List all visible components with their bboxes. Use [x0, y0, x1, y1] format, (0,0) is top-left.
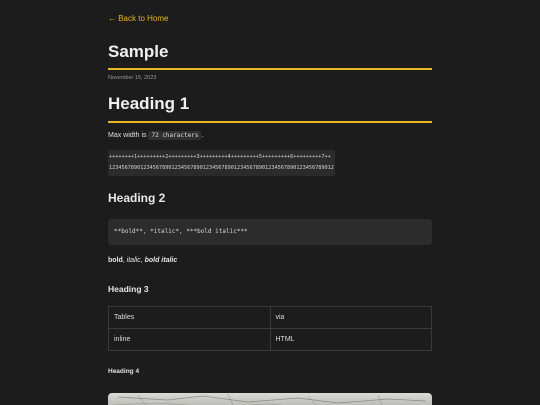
bold-text: bold — [108, 257, 123, 264]
html-table: Tables via inline HTML — [108, 306, 432, 351]
heading-1: Heading 1 — [108, 94, 190, 113]
table-row: inline HTML — [108, 328, 432, 351]
inline-code: 72 characters — [148, 131, 202, 140]
back-to-home-link[interactable]: ← Back to Home — [108, 14, 168, 23]
post-date: November 15, 2023 — [108, 75, 157, 81]
image-texture — [112, 393, 427, 405]
heading-2: Heading 2 — [108, 191, 166, 205]
ruler-line-digits: 1234567890123456789012345678901234567890… — [109, 165, 334, 171]
code-block: **bold**, *italic*, ***bold italic*** — [108, 219, 432, 245]
ruler-line-marks: ++++++++1+++++++++2+++++++++3+++++++++4+… — [109, 154, 331, 160]
character-ruler: ++++++++1+++++++++2+++++++++3+++++++++4+… — [108, 150, 335, 176]
heading-1-divider — [108, 121, 432, 123]
paragraph-text: Max width is — [108, 132, 149, 139]
title-divider — [108, 68, 432, 70]
max-width-paragraph: Max width is 72 characters. — [108, 130, 203, 142]
page: ← Back to Home Sample November 15, 2023 … — [0, 0, 540, 405]
table-cell: Tables — [108, 306, 271, 329]
formatted-text-line: bold, italic, bold italic — [108, 257, 177, 264]
heading-4: Heading 4 — [108, 368, 140, 375]
post-title: Sample — [108, 42, 169, 61]
article-image — [108, 393, 432, 405]
table-row: Tables via — [108, 306, 432, 329]
paragraph-suffix: . — [201, 132, 204, 139]
heading-3: Heading 3 — [108, 284, 149, 294]
table-cell: HTML — [269, 328, 432, 351]
table-cell: via — [269, 306, 432, 329]
bold-italic-text: bold italic — [144, 257, 178, 264]
table-cell: inline — [108, 328, 271, 351]
italic-text: italic — [126, 257, 141, 264]
